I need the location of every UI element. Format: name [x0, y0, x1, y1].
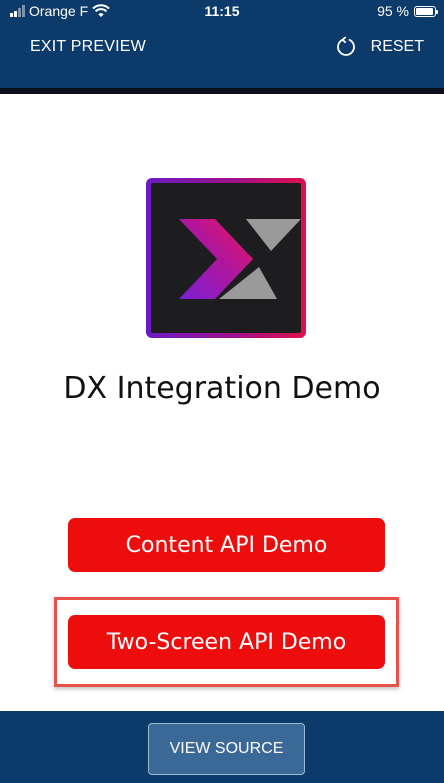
- app-screen: Orange F 11:15 95 % EXIT PREVIEW RESET D…: [0, 0, 444, 783]
- status-right: 95 %: [377, 3, 438, 19]
- dx-logo: [146, 178, 306, 338]
- top-bar-divider: [0, 88, 444, 94]
- content-api-demo-button[interactable]: Content API Demo: [68, 518, 385, 572]
- refresh-icon: [336, 36, 355, 56]
- reset-button[interactable]: RESET: [335, 36, 424, 58]
- exit-preview-button[interactable]: EXIT PREVIEW: [30, 38, 146, 56]
- battery-percentage: 95 %: [377, 3, 409, 19]
- dx-logo-mark: [179, 219, 301, 299]
- reset-label: RESET: [370, 38, 424, 55]
- status-bar: Orange F 11:15 95 %: [0, 0, 444, 22]
- battery-icon: [414, 5, 438, 17]
- two-screen-api-demo-button[interactable]: Two-Screen API Demo: [68, 615, 385, 669]
- top-bar: Orange F 11:15 95 % EXIT PREVIEW RESET: [0, 0, 444, 88]
- bottom-bar: VIEW SOURCE: [0, 711, 444, 783]
- page-title: DX Integration Demo: [63, 371, 381, 406]
- view-source-button[interactable]: VIEW SOURCE: [148, 723, 305, 775]
- dx-logo-inner: [151, 183, 301, 333]
